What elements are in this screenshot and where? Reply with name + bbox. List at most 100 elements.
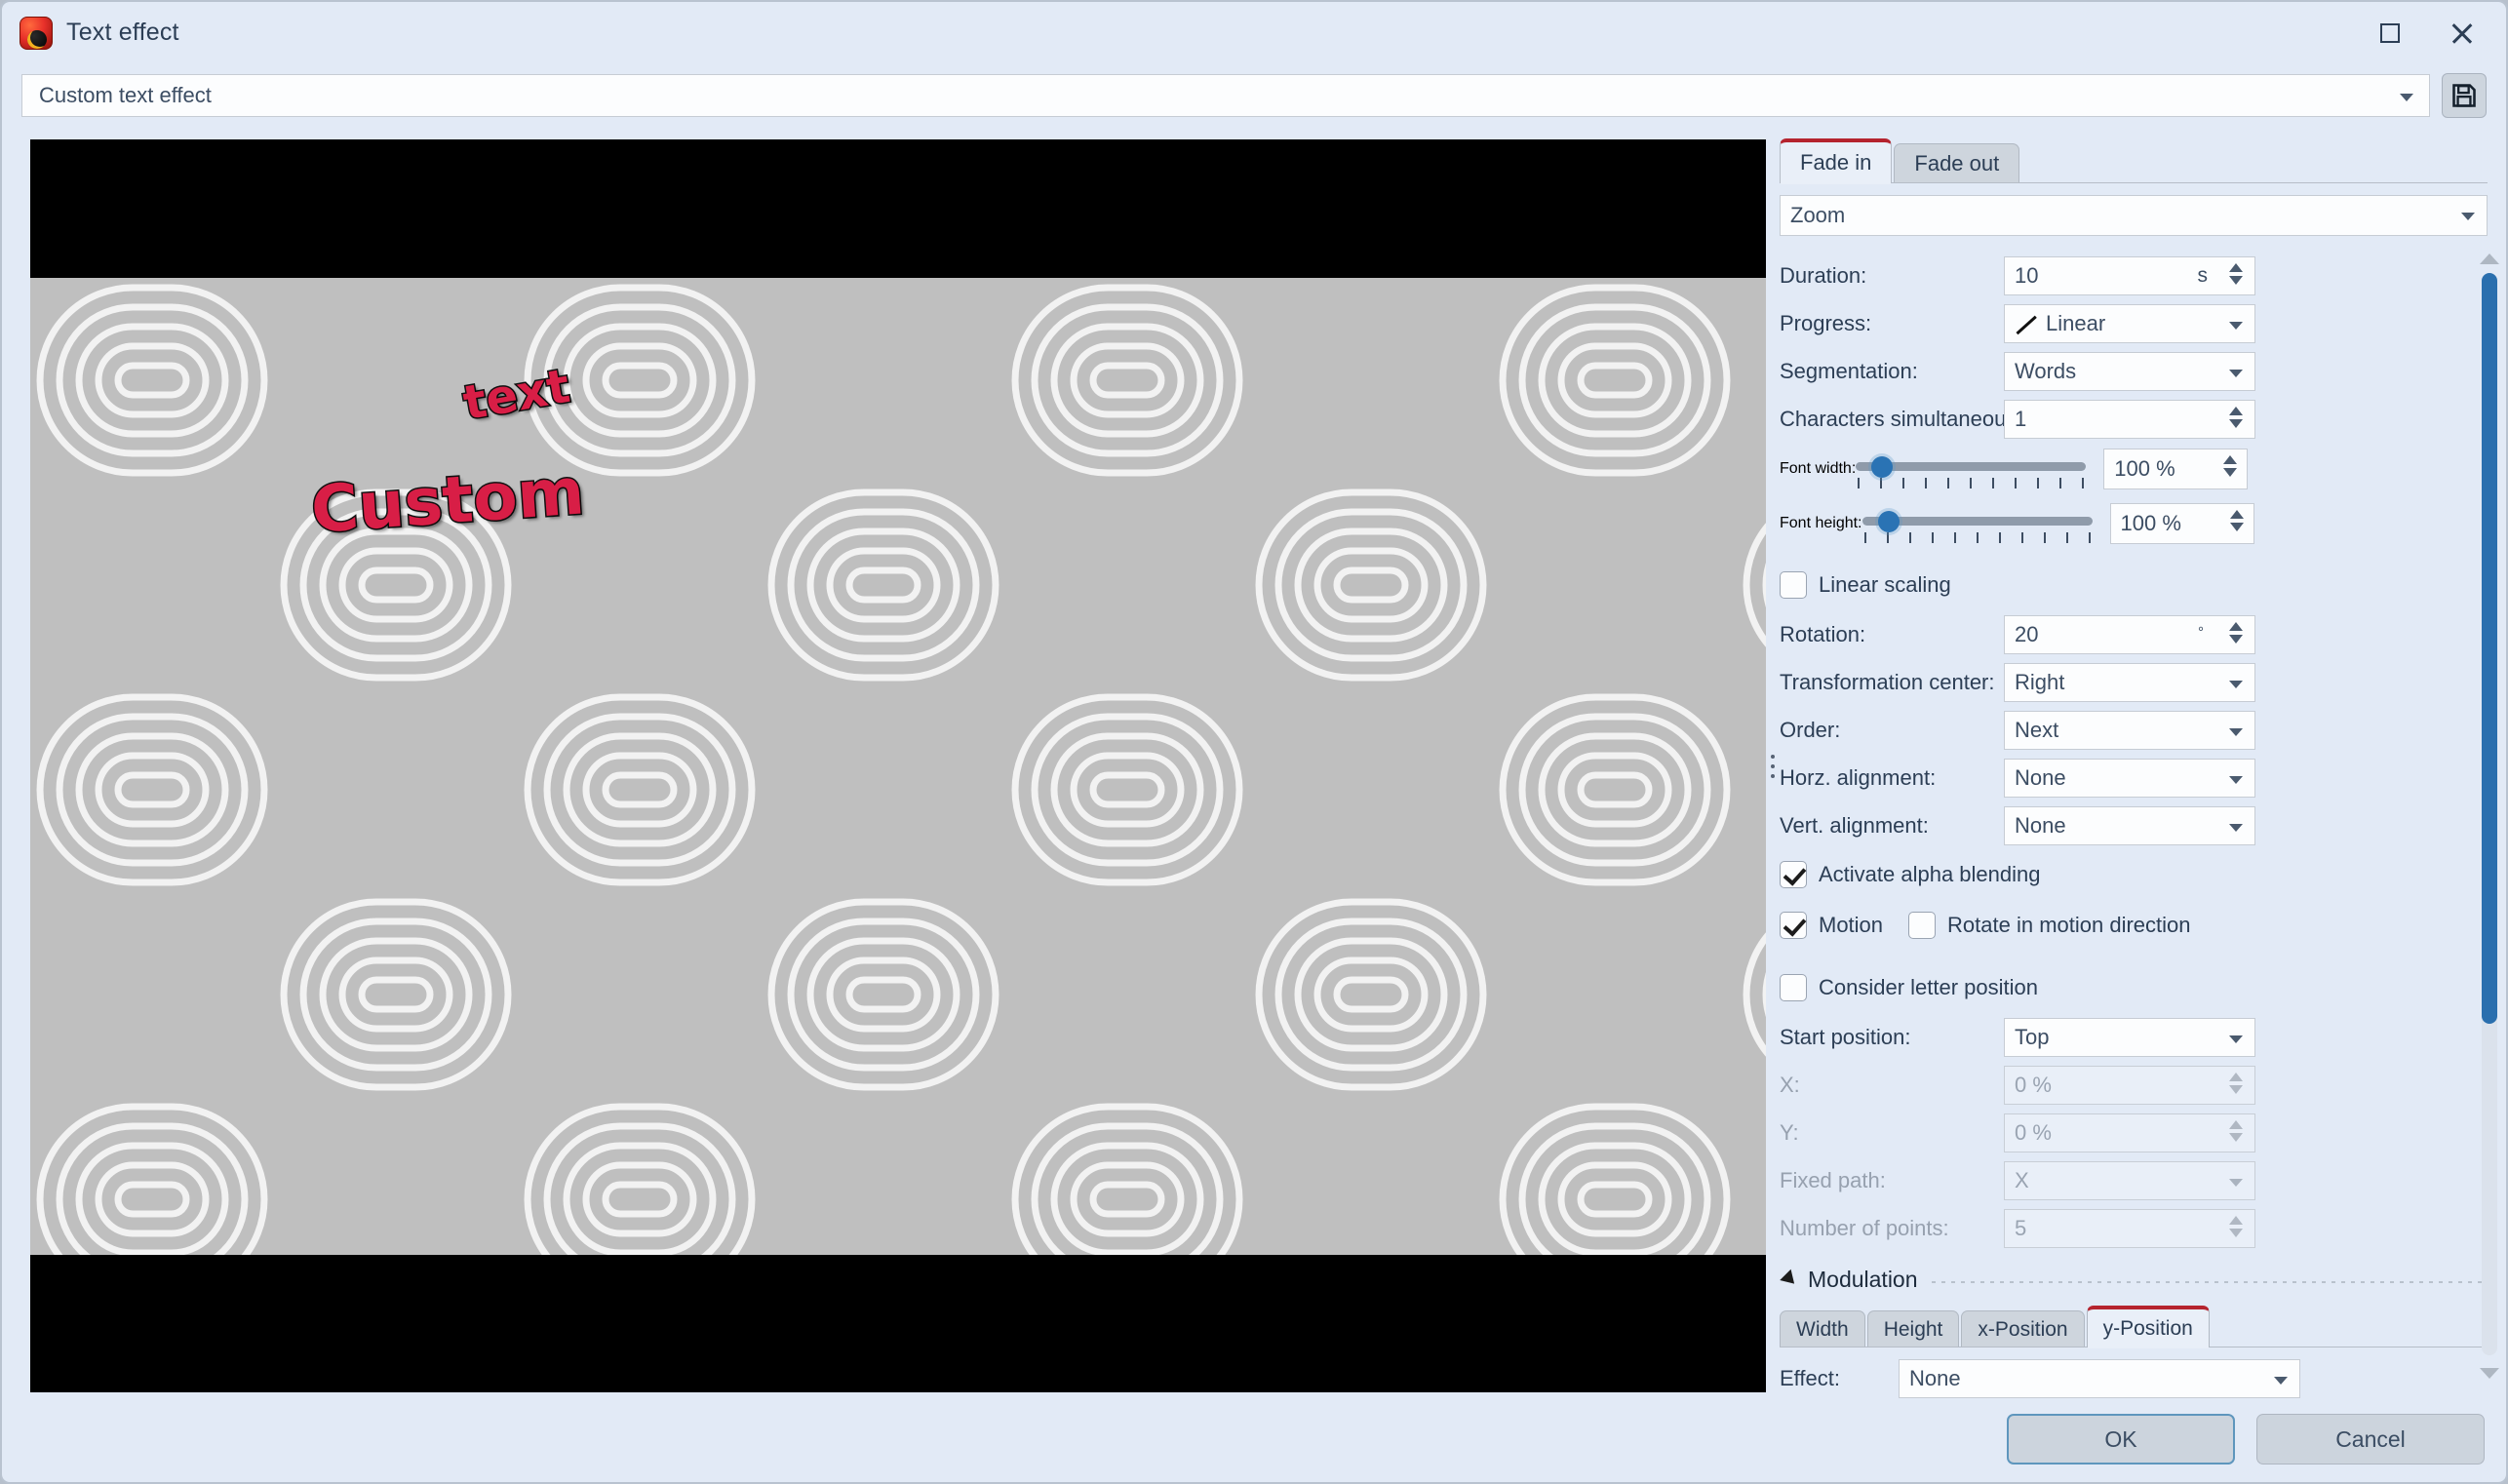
spinner-arrows-icon[interactable] [2223, 455, 2238, 477]
rotate-in-motion-direction-checkbox[interactable] [1908, 912, 1937, 939]
linear-scaling-row[interactable]: Linear scaling [1780, 560, 2488, 610]
tab-y-position[interactable]: y-Position [2086, 1306, 2210, 1348]
segmentation-row: Segmentation: Words [1780, 347, 2488, 395]
y-label: Y: [1780, 1119, 1799, 1145]
save-preset-button[interactable] [2442, 73, 2487, 118]
spinner-arrows-icon[interactable] [2229, 621, 2243, 644]
chevron-down-icon [2274, 1377, 2288, 1385]
title-bar: Text effect [2, 2, 2506, 63]
modulation-effect-value: None [1909, 1366, 1961, 1390]
vert-alignment-combo[interactable]: None [2004, 805, 2255, 845]
font-height-label: Font height: [1780, 515, 1862, 531]
window-title: Text effect [66, 19, 179, 46]
preview-canvas[interactable]: Custom text [30, 139, 1766, 1392]
horz-alignment-label: Horz. alignment: [1780, 764, 1937, 790]
font-width-slider[interactable] [1856, 454, 2087, 488]
consider-letter-position-checkbox[interactable] [1780, 974, 1807, 1001]
chevron-down-icon [2229, 680, 2243, 688]
modulation-divider [1931, 1281, 2488, 1283]
modulation-effect-combo[interactable]: None [1899, 1359, 2300, 1398]
chevron-down-icon [2229, 727, 2243, 736]
scrollbar-thumb[interactable] [2482, 273, 2497, 1024]
tab-x-position[interactable]: x-Position [1961, 1310, 2085, 1347]
slider-thumb[interactable] [1877, 511, 1900, 532]
effect-type-combo[interactable]: Zoom [1780, 195, 2488, 236]
spinner-arrows-icon[interactable] [2229, 262, 2243, 285]
effect-type-value: Zoom [1790, 203, 1846, 227]
panel-splitter[interactable] [1766, 139, 1780, 1392]
rotation-spinner[interactable]: 20 ° [2004, 614, 2255, 654]
spinner-arrows-icon [2229, 1119, 2243, 1142]
activate-alpha-blending-row[interactable]: Activate alpha blending [1780, 849, 2488, 900]
activate-alpha-blending-checkbox[interactable] [1780, 861, 1807, 888]
tab-width[interactable]: Width [1780, 1310, 1865, 1347]
tab-x-position-label: x-Position [1978, 1317, 2068, 1341]
consider-letter-position-row[interactable]: Consider letter position [1780, 962, 2488, 1013]
transformation-center-row: Transformation center: Right [1780, 658, 2488, 706]
tab-fade-in[interactable]: Fade in [1780, 138, 1893, 184]
number-of-points-row: Number of points: 5 [1780, 1204, 2488, 1252]
font-height-slider[interactable] [1861, 509, 2093, 543]
linear-scaling-checkbox[interactable] [1780, 571, 1807, 599]
close-icon[interactable] [2426, 2, 2498, 63]
tab-fade-out[interactable]: Fade out [1894, 143, 2020, 183]
horz-alignment-combo[interactable]: None [2004, 758, 2255, 798]
chevron-down-icon [2400, 94, 2413, 101]
fixed-path-combo: X [2004, 1160, 2255, 1200]
tab-fade-out-label: Fade out [1914, 151, 2000, 176]
start-position-value: Top [2015, 1024, 2050, 1049]
font-height-value: 100 % [2120, 511, 2181, 535]
motion-row: Motion Rotate in motion direction [1780, 900, 2488, 951]
chevron-down-icon [2229, 775, 2243, 784]
preset-combo[interactable]: Custom text effect [21, 74, 2430, 117]
start-position-row: Start position: Top [1780, 1013, 2488, 1061]
spinner-arrows-icon[interactable] [2229, 510, 2244, 531]
vertical-scrollbar[interactable] [2467, 137, 2506, 1388]
ok-button[interactable]: OK [2007, 1414, 2235, 1464]
characters-simultaneously-spinner[interactable]: 1 [2004, 399, 2255, 439]
motion-label: Motion [1819, 913, 1884, 937]
font-height-spinner[interactable]: 100 % [2109, 503, 2254, 544]
progress-combo[interactable]: Linear [2004, 303, 2255, 343]
vert-alignment-value: None [2015, 812, 2066, 838]
triangle-collapse-icon[interactable] [1780, 1269, 1800, 1290]
characters-simultaneously-row: Characters simultaneously: 1 [1780, 395, 2488, 443]
transformation-center-combo[interactable]: Right [2004, 662, 2255, 702]
order-combo[interactable]: Next [2004, 710, 2255, 750]
segmentation-value: Words [2015, 358, 2077, 383]
spinner-arrows-icon[interactable] [2229, 406, 2243, 428]
slider-ticks [1862, 532, 2093, 543]
chevron-down-icon [2229, 369, 2243, 377]
scroll-down-icon[interactable] [2480, 1368, 2499, 1379]
font-width-spinner[interactable]: 100 % [2103, 449, 2249, 489]
cancel-button[interactable]: Cancel [2256, 1414, 2485, 1464]
start-position-combo[interactable]: Top [2004, 1017, 2255, 1057]
scroll-up-icon[interactable] [2480, 254, 2499, 264]
modulation-header[interactable]: Modulation [1780, 1258, 2488, 1301]
maximize-icon[interactable] [2354, 2, 2426, 63]
font-width-value: 100 % [2114, 456, 2175, 481]
duration-row: Duration: 10 s [1780, 252, 2488, 299]
duration-spinner[interactable]: 10 s [2004, 255, 2255, 295]
tab-height-label: Height [1883, 1317, 1943, 1341]
slider-thumb[interactable] [1871, 456, 1894, 478]
order-value: Next [2015, 717, 2059, 742]
font-width-label: Font width: [1780, 460, 1857, 477]
tab-width-label: Width [1796, 1317, 1849, 1341]
fade-tabs: Fade in Fade out [1780, 137, 2488, 184]
number-of-points-spinner: 5 [2004, 1208, 2255, 1248]
tab-height[interactable]: Height [1866, 1310, 1960, 1347]
y-value: 0 % [2015, 1119, 2052, 1145]
segmentation-combo[interactable]: Words [2004, 351, 2255, 391]
activate-alpha-blending-label: Activate alpha blending [1819, 862, 2041, 886]
vert-alignment-row: Vert. alignment: None [1780, 801, 2488, 849]
rotation-value: 20 [2015, 621, 2039, 646]
window-controls [2354, 2, 2498, 63]
progress-row: Progress: Linear [1780, 299, 2488, 347]
chevron-down-icon [2229, 1035, 2243, 1043]
tab-fade-in-label: Fade in [1800, 150, 1872, 175]
linear-scaling-label: Linear scaling [1819, 572, 1951, 597]
motion-checkbox[interactable] [1780, 912, 1807, 939]
font-width-row: Font width: 100 % [1780, 449, 2488, 503]
dialog-footer: OK Cancel [2007, 1414, 2485, 1464]
